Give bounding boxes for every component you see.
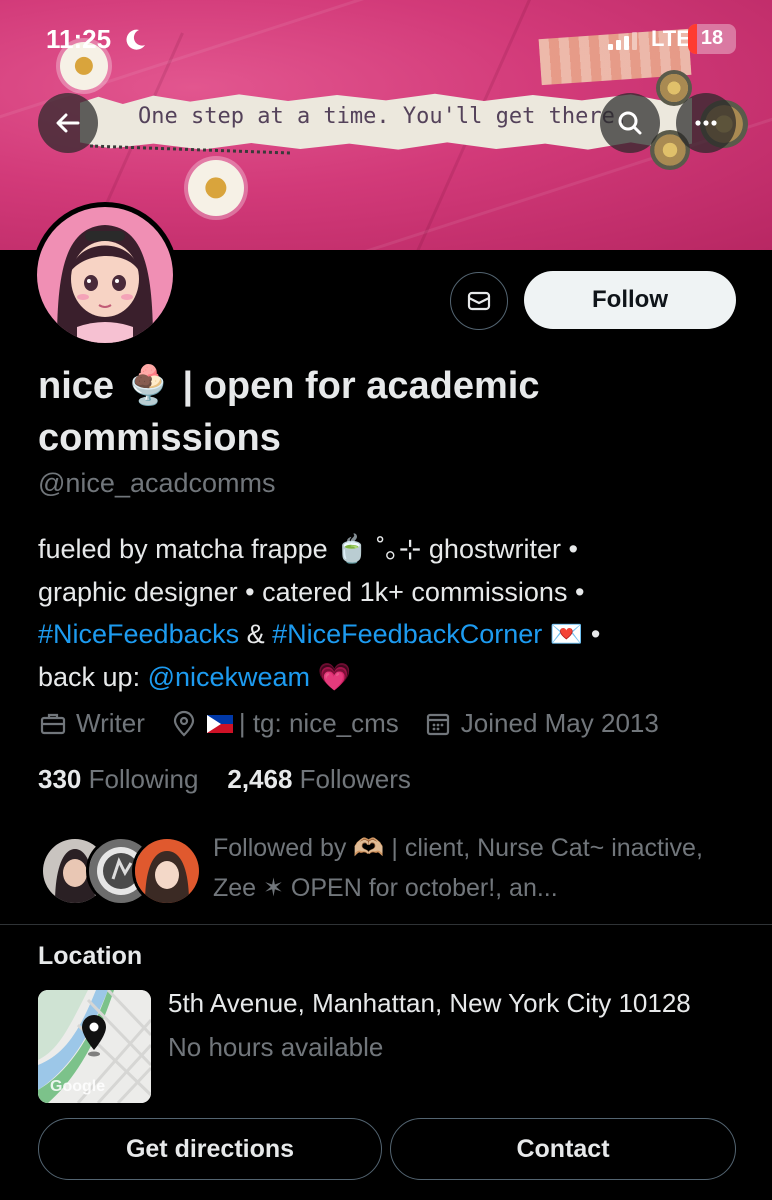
banner-quote: One step at a time. You'll get there. xyxy=(138,104,629,129)
philippines-flag-icon xyxy=(206,714,233,733)
search-icon xyxy=(618,111,642,135)
bio-text: & xyxy=(239,619,273,649)
profile-bio: fueled by matcha frappe 🍵 ˚｡⊹ ghostwrite… xyxy=(38,528,738,698)
google-map-label: Google xyxy=(50,1078,106,1095)
bio-line: #NiceFeedbacks & #NiceFeedbackCorner 💌 • xyxy=(38,613,738,656)
get-directions-button[interactable]: Get directions xyxy=(38,1118,382,1180)
bio-line: graphic designer • catered 1k+ commissio… xyxy=(38,576,585,607)
briefcase-icon xyxy=(38,709,68,739)
profession-label: Writer xyxy=(76,708,145,738)
network-label: LTE xyxy=(651,26,691,51)
location-heading: Location xyxy=(38,942,143,970)
ellipsis-icon xyxy=(695,120,717,126)
bio-line: back up: @nicekweam 💗 xyxy=(38,656,738,699)
profile-meta: Writer | tg: nice_cms Joined May 2013 xyxy=(38,708,738,739)
signal-icon xyxy=(608,30,637,50)
following-count: 330 xyxy=(38,764,82,794)
following-link[interactable]: 330 Following xyxy=(38,764,198,794)
flower-decoration xyxy=(188,160,244,216)
search-button[interactable] xyxy=(600,93,660,153)
bio-line: fueled by matcha frappe 🍵 ˚｡⊹ ghostwrite… xyxy=(38,534,578,564)
envelope-icon xyxy=(467,291,491,311)
username-handle: @nice_acadcomms xyxy=(38,468,276,498)
location-hours: No hours available xyxy=(168,1032,384,1062)
message-button[interactable] xyxy=(450,272,508,330)
location-address[interactable]: 5th Avenue, Manhattan, New York City 101… xyxy=(168,988,691,1019)
follow-stats: 330 Following 2,468 Followers xyxy=(38,764,411,795)
ice-cream-emoji: 🍨 xyxy=(124,365,172,407)
more-button[interactable] xyxy=(676,93,736,153)
followers-label: Followers xyxy=(299,764,411,794)
location-pin-icon xyxy=(169,709,199,739)
map-thumbnail[interactable]: Google xyxy=(38,990,151,1103)
calendar-icon xyxy=(423,709,453,739)
location-text: | tg: nice_cms xyxy=(238,708,399,738)
follower-avatar[interactable] xyxy=(132,836,202,906)
arrow-left-icon xyxy=(56,113,80,133)
followers-link[interactable]: 2,468 Followers xyxy=(227,764,411,794)
profile-avatar[interactable] xyxy=(32,202,178,348)
followers-count: 2,468 xyxy=(227,764,293,794)
follow-button[interactable]: Follow xyxy=(524,271,736,329)
followed-by-text[interactable]: Followed by 🫶🏼 | client, Nurse Cat~ inac… xyxy=(213,828,733,908)
bio-text: back up: xyxy=(38,661,148,692)
hashtag-link[interactable]: #NiceFeedbacks xyxy=(38,619,239,649)
display-name-part: | open for academic commissions xyxy=(38,365,540,459)
battery-level: 18 xyxy=(700,27,724,49)
display-name: nice 🍨 | open for academic commissions xyxy=(38,360,728,464)
following-label: Following xyxy=(88,764,199,794)
avatar-illustration xyxy=(37,207,173,343)
mention-link[interactable]: @nicekweam xyxy=(148,662,310,692)
moon-icon xyxy=(126,29,145,50)
joined-date: Joined May 2013 xyxy=(460,708,659,738)
bio-text: 💗 xyxy=(310,661,352,692)
battery-icon: 18 xyxy=(688,24,736,54)
display-name-part: nice xyxy=(38,365,115,407)
section-divider xyxy=(0,924,772,925)
contact-button[interactable]: Contact xyxy=(390,1118,736,1180)
bio-text: 💌 • xyxy=(542,619,601,649)
status-time: 11:25 xyxy=(46,24,112,54)
back-button[interactable] xyxy=(38,93,98,153)
hashtag-link[interactable]: #NiceFeedbackCorner xyxy=(272,619,542,649)
